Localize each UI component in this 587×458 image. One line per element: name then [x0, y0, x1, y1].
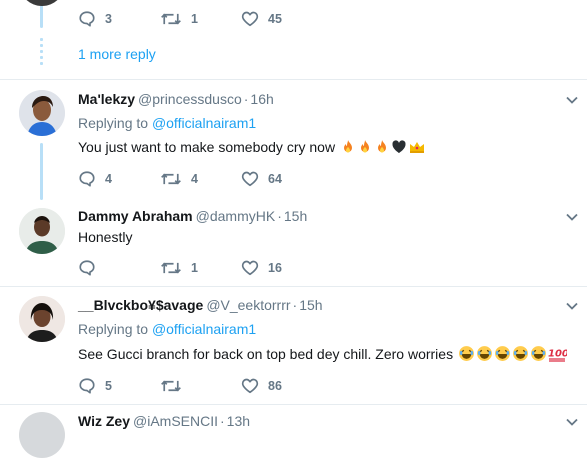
avatar[interactable] [19, 208, 65, 254]
reply-icon [79, 11, 95, 27]
retweet-count: 4 [191, 172, 198, 186]
retweet-button[interactable]: 1 [160, 259, 198, 277]
chevron-down-icon[interactable] [565, 415, 579, 429]
reply-button[interactable]: 5 [78, 377, 112, 395]
avatar[interactable] [19, 412, 65, 458]
reply-count: 4 [105, 172, 112, 186]
svg-text:100: 100 [548, 349, 567, 360]
timestamp[interactable]: 15h [299, 297, 322, 313]
tweet-text: You just want to make somebody cry now [78, 139, 426, 155]
avatar[interactable] [19, 0, 65, 6]
mention-link[interactable]: @officialnairam1 [152, 321, 256, 337]
timestamp[interactable]: 16h [250, 91, 273, 107]
avatar[interactable] [19, 296, 65, 342]
like-count: 45 [268, 11, 282, 26]
joy-icon [477, 346, 492, 361]
reply-button[interactable] [78, 259, 105, 277]
like-count: 64 [268, 171, 282, 186]
chevron-down-icon[interactable] [565, 210, 579, 224]
tweet-header: Wiz Zey @iAmSENCII · 13h [78, 413, 250, 429]
reply-button[interactable]: 3 [78, 10, 112, 28]
retweet-icon [161, 173, 181, 185]
tweet-actions: 3 1 45 [78, 10, 518, 30]
tweet-header: __Blvckbo¥$avage @V_eektorrrr · 15h [78, 297, 323, 313]
timestamp[interactable]: 13h [227, 413, 250, 429]
display-name[interactable]: Dammy Abraham [78, 208, 193, 224]
joy-icon [531, 346, 546, 361]
tweet-actions: 5 86 [78, 377, 518, 397]
replying-prefix: Replying to [78, 321, 149, 337]
retweet-icon [161, 262, 181, 274]
tweet-actions: 4 4 64 [78, 170, 518, 190]
separator-dot: · [292, 297, 298, 313]
tweet-body: See Gucci branch for back on top bed dey… [78, 346, 454, 362]
retweet-button[interactable]: 4 [160, 170, 198, 188]
divider [0, 286, 587, 287]
reply-icon [79, 260, 95, 276]
replying-to: Replying to @officialnairam1 [78, 115, 256, 131]
thread-dashes [40, 38, 43, 68]
fire-icon [343, 140, 352, 153]
tweet-text: See Gucci branch for back on top bed dey… [78, 345, 567, 362]
divider [0, 404, 587, 405]
like-count: 16 [268, 260, 282, 275]
chevron-down-icon[interactable] [565, 93, 579, 107]
timestamp[interactable]: 15h [284, 208, 307, 224]
chevron-down-icon[interactable] [565, 299, 579, 313]
heart-icon [241, 378, 259, 394]
retweet-icon [161, 380, 181, 392]
crown-icon [409, 142, 424, 153]
display-name[interactable]: Wiz Zey [78, 413, 130, 429]
reply-count: 3 [105, 12, 112, 26]
like-button[interactable]: 86 [241, 377, 282, 394]
avatar[interactable] [19, 90, 65, 136]
more-replies-link[interactable]: 1 more reply [78, 46, 156, 62]
retweet-button[interactable]: 1 [160, 10, 198, 28]
handle[interactable]: @V_eektorrrr [206, 297, 290, 313]
heart-icon [241, 260, 259, 276]
joy-icon [495, 346, 510, 361]
like-count: 86 [268, 378, 282, 393]
tweet-header: Ma'lekzy @princessdusco · 16h [78, 91, 274, 107]
replying-to: Replying to @officialnairam1 [78, 321, 256, 337]
reply-button[interactable]: 4 [78, 170, 112, 188]
divider [0, 79, 587, 80]
thread-line-1 [40, 143, 43, 200]
like-button[interactable]: 16 [241, 259, 282, 276]
separator-dot: · [220, 413, 225, 429]
heart-icon [241, 11, 259, 27]
display-name[interactable]: __Blvckbo¥$avage [78, 297, 203, 313]
retweet-icon [161, 13, 181, 25]
joy-icon [459, 346, 474, 361]
retweet-count: 1 [191, 261, 198, 275]
retweet-button[interactable] [160, 377, 191, 395]
like-button[interactable]: 45 [241, 10, 282, 27]
separator-dot: · [243, 91, 249, 107]
display-name[interactable]: Ma'lekzy [78, 91, 135, 107]
reply-count: 5 [105, 379, 112, 393]
like-button[interactable]: 64 [241, 170, 282, 187]
handle[interactable]: @dammyHK [196, 208, 276, 224]
handle[interactable]: @princessdusco [138, 91, 242, 107]
tweet-actions: 1 16 [78, 259, 518, 279]
mention-link[interactable]: @officialnairam1 [152, 115, 256, 131]
handle[interactable]: @iAmSENCII [133, 413, 218, 429]
tweet-text: Honestly [78, 229, 133, 245]
black-heart-icon [392, 140, 406, 153]
reply-icon [79, 378, 95, 394]
tweet-header: Dammy Abraham @dammyHK · 15h [78, 208, 307, 224]
separator-dot: · [277, 208, 282, 224]
fire-icon [377, 140, 386, 153]
tweet-body: You just want to make somebody cry now [78, 139, 336, 155]
replying-prefix: Replying to [78, 115, 149, 131]
retweet-count: 1 [191, 12, 198, 26]
heart-icon [241, 171, 259, 187]
fire-icon [360, 140, 369, 153]
hundred-points-icon: 100 [548, 349, 567, 362]
joy-icon [513, 346, 528, 361]
reply-icon [79, 171, 95, 187]
